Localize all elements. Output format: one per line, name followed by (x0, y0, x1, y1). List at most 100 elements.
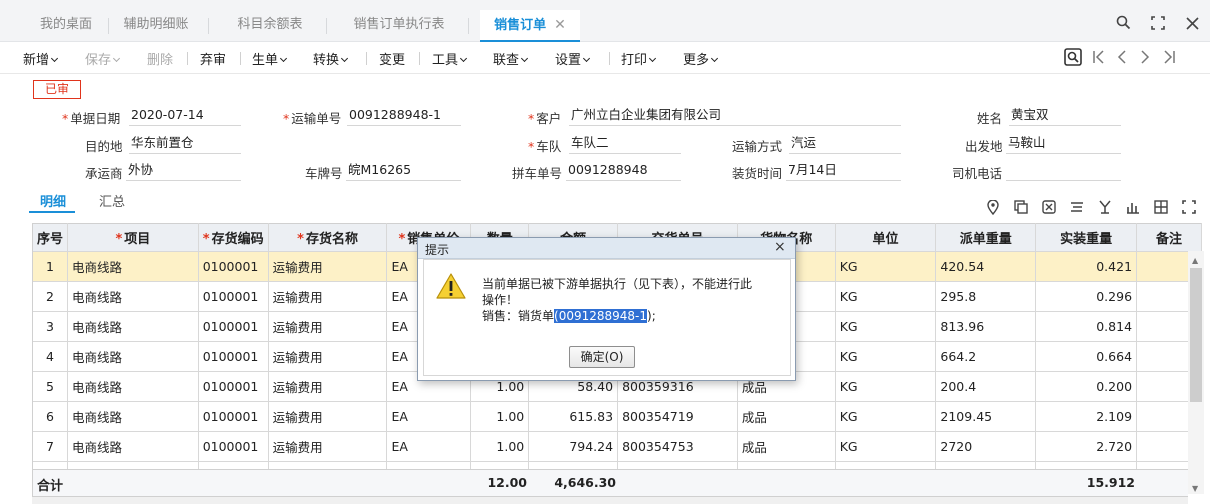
cell-name[interactable]: 运输费用 (268, 251, 388, 282)
col-unit[interactable]: 单位 (835, 223, 937, 252)
tab-summary[interactable]: 汇总 (99, 191, 125, 210)
tab-account-balance[interactable]: 科目余额表 (222, 10, 318, 42)
cell-dispatch-weight[interactable]: 2720 (935, 431, 1037, 462)
cell-item[interactable]: 电商线路 (67, 401, 199, 432)
cell-item[interactable]: 电商线路 (67, 431, 199, 462)
cell-dispatch-weight[interactable]: 420.54 (935, 251, 1037, 282)
cell-unit[interactable]: KG (835, 341, 937, 372)
change-button[interactable]: 变更 (379, 49, 405, 68)
carrier-field[interactable]: 外协 (126, 161, 241, 181)
cell-actual-weight[interactable]: 2.109 (1035, 401, 1138, 432)
cell-unit[interactable]: KG (835, 311, 937, 342)
doc-date-field[interactable]: 2020-07-14 (129, 106, 241, 126)
cell-actual-weight[interactable]: 0.200 (1035, 371, 1138, 402)
link-query-button[interactable]: 联查 (493, 49, 529, 68)
cell-dispatch-weight[interactable]: 200.4 (935, 371, 1037, 402)
delete-row-icon[interactable] (1041, 200, 1057, 218)
cell-code[interactable]: 0100001 (198, 401, 269, 432)
copy-row-icon[interactable] (1013, 200, 1029, 218)
scroll-down-icon[interactable]: ▼ (1192, 484, 1198, 493)
selected-doc-number[interactable]: (0091288948-1 (554, 309, 648, 323)
cell-dispatch-weight[interactable]: 295.8 (935, 281, 1037, 312)
settings-button[interactable]: 设置 (555, 49, 591, 68)
chart-icon[interactable] (1125, 200, 1141, 218)
filter-icon[interactable] (1069, 200, 1085, 218)
cell-actual-weight[interactable]: 0.664 (1035, 341, 1138, 372)
tools-button[interactable]: 工具 (432, 49, 468, 68)
col-seq[interactable]: 序号 (33, 223, 69, 252)
tab-sales-order[interactable]: 销售订单 ✕ (480, 10, 580, 42)
transport-mode-field[interactable]: 汽运 (789, 134, 901, 154)
dialog-close-icon[interactable]: × (774, 239, 786, 255)
cell-qty[interactable]: 1.00 (470, 401, 530, 432)
print-button[interactable]: 打印 (621, 49, 657, 68)
cell-actual-weight[interactable]: 0.814 (1035, 311, 1138, 342)
horizontal-scrollbar[interactable] (32, 497, 1188, 504)
ok-button[interactable]: 确定(O) (569, 346, 635, 368)
cell-goods[interactable]: 成品 (737, 401, 836, 432)
customer-field[interactable]: 广州立白企业集团有限公司 (569, 106, 901, 126)
more-button[interactable]: 更多 (683, 49, 719, 68)
cell-dispatch-weight[interactable]: 2109.45 (935, 401, 1037, 432)
table-row[interactable]: 7 电商线路 0100001 运输费用 EA 1.00 794.24 80035… (33, 431, 1202, 462)
cell-item[interactable]: 电商线路 (67, 311, 199, 342)
cell-name[interactable]: 运输费用 (268, 311, 388, 342)
cell-code[interactable]: 0100001 (198, 281, 269, 312)
cell-ship-no[interactable]: 800354719 (617, 401, 738, 432)
first-record-icon[interactable] (1092, 49, 1106, 69)
cell-actual-weight[interactable]: 0.296 (1035, 281, 1138, 312)
cell-amount[interactable]: 615.83 (528, 401, 619, 432)
cell-code[interactable]: 0100001 (198, 431, 269, 462)
cell-unit[interactable]: KG (835, 281, 937, 312)
plate-field[interactable]: 皖M16265 (346, 161, 461, 181)
driver-phone-field[interactable] (1006, 161, 1121, 181)
cell-actual-weight[interactable]: 0.421 (1035, 251, 1138, 282)
tab-sales-order-exec[interactable]: 销售订单执行表 (340, 10, 458, 42)
cell-item[interactable]: 电商线路 (67, 341, 199, 372)
cell-dispatch-weight[interactable]: 664.2 (935, 341, 1037, 372)
origin-field[interactable]: 马鞍山 (1006, 134, 1121, 154)
scroll-up-icon[interactable]: ▲ (1192, 256, 1198, 265)
prev-record-icon[interactable] (1116, 49, 1128, 69)
cell-actual-weight[interactable]: 2.720 (1035, 431, 1138, 462)
generate-button[interactable]: 生单 (252, 49, 288, 68)
dialog-title-bar[interactable]: 提示 × (418, 238, 795, 259)
cell-dispatch-weight[interactable]: 813.96 (935, 311, 1037, 342)
vertical-scroll-thumb[interactable] (1190, 268, 1202, 402)
cell-qty[interactable]: 1.00 (470, 431, 530, 462)
cell-ship-no[interactable]: 800354753 (617, 431, 738, 462)
cell-item[interactable]: 电商线路 (67, 251, 199, 282)
load-time-field[interactable]: 7月14日 (786, 161, 901, 181)
destination-field[interactable]: 华东前置仓 (129, 134, 241, 154)
col-code[interactable]: * 存货编码 (198, 223, 269, 252)
col-name[interactable]: * 存货名称 (268, 223, 388, 252)
convert-button[interactable]: 转换 (313, 49, 349, 68)
cell-code[interactable]: 0100001 (198, 311, 269, 342)
cell-name[interactable]: 运输费用 (268, 401, 388, 432)
cell-name[interactable]: 运输费用 (268, 281, 388, 312)
transport-no-field[interactable]: 0091288948-1 (347, 106, 461, 126)
cell-amount[interactable]: 794.24 (528, 431, 619, 462)
cell-item[interactable]: 电商线路 (67, 371, 199, 402)
cell-name[interactable]: 运输费用 (268, 341, 388, 372)
table-row[interactable]: 6 电商线路 0100001 运输费用 EA 1.00 615.83 80035… (33, 401, 1202, 432)
col-remark[interactable]: 备注 (1136, 223, 1202, 252)
cell-name[interactable]: 运输费用 (268, 371, 388, 402)
location-icon[interactable] (985, 199, 1001, 219)
close-window-icon[interactable] (1177, 10, 1207, 40)
last-record-icon[interactable] (1162, 49, 1176, 69)
col-dispatch-weight[interactable]: 派单重量 (935, 223, 1037, 252)
layout-icon[interactable] (1153, 200, 1169, 218)
cell-unit[interactable]: KG (835, 431, 937, 462)
cell-unit-price[interactable]: EA (386, 401, 472, 432)
delete-button[interactable]: 删除 (147, 49, 173, 68)
cell-unit[interactable]: KG (835, 371, 937, 402)
cell-code[interactable]: 0100001 (198, 251, 269, 282)
tab-close-icon[interactable]: ✕ (554, 17, 566, 33)
restore-icon[interactable] (1143, 10, 1173, 40)
fullscreen-icon[interactable] (1181, 200, 1197, 218)
cell-unit[interactable]: KG (835, 401, 937, 432)
save-button[interactable]: 保存 (85, 49, 121, 68)
cell-name[interactable]: 运输费用 (268, 431, 388, 462)
name-field[interactable]: 黄宝双 (1009, 106, 1121, 126)
